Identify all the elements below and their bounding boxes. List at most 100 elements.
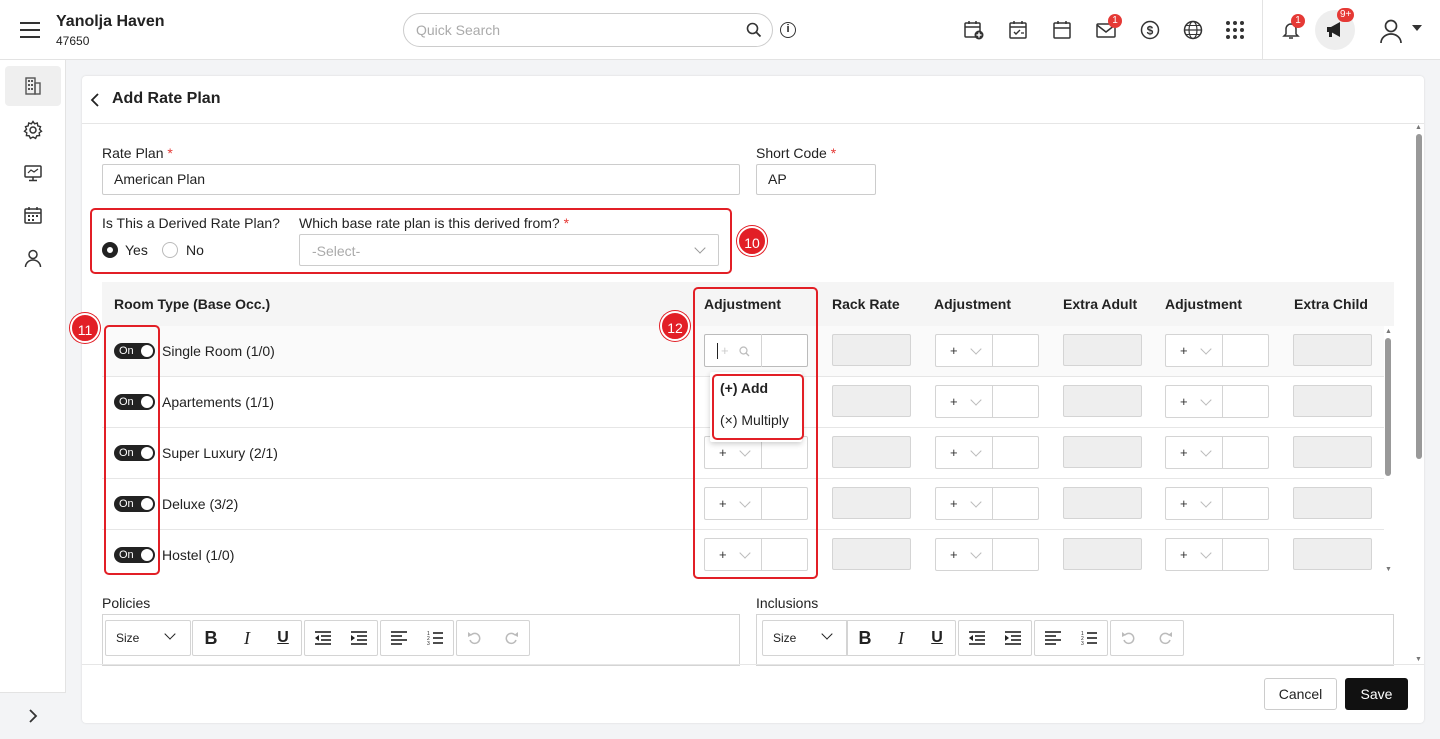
adjustment-select[interactable]: + [935, 487, 1039, 520]
apps-grid-icon[interactable] [1224, 19, 1246, 41]
policies-editor[interactable]: Size B I U 123 [102, 614, 740, 666]
history-group [456, 620, 530, 656]
undo-icon[interactable] [1111, 621, 1147, 655]
hotel-name: Yanolja Haven [56, 13, 165, 30]
list-group: 123 [380, 620, 454, 656]
page-scrollbar[interactable] [1416, 134, 1422, 459]
extra-child-input[interactable] [1293, 487, 1372, 519]
extra-adult-input[interactable] [1063, 334, 1142, 366]
page-title: Add Rate Plan [112, 90, 221, 107]
adjustment-select[interactable]: + [935, 334, 1039, 367]
extra-child-input[interactable] [1293, 436, 1372, 468]
sidebar-expand-button[interactable] [0, 692, 66, 739]
extra-child-input[interactable] [1293, 538, 1372, 570]
short-code-input[interactable]: AP [756, 164, 876, 195]
notification-badge: 1 [1291, 14, 1305, 28]
extra-adult-input[interactable] [1063, 385, 1142, 417]
underline-button[interactable]: U [919, 621, 955, 655]
adjustment-value-input[interactable] [1222, 385, 1269, 418]
italic-button[interactable]: I [883, 621, 919, 655]
rack-rate-input[interactable] [832, 487, 911, 519]
rate-plan-input[interactable]: American Plan [102, 164, 740, 195]
rack-rate-input[interactable] [832, 385, 911, 417]
bold-button[interactable]: B [193, 621, 229, 655]
ordered-list-icon[interactable]: 123 [1071, 621, 1107, 655]
extra-adult-input[interactable] [1063, 538, 1142, 570]
dollar-icon[interactable]: $ [1139, 19, 1161, 41]
back-arrow-icon[interactable] [88, 92, 102, 108]
italic-button[interactable]: I [229, 621, 265, 655]
adjustment-select[interactable]: + [1165, 538, 1269, 571]
extra-child-input[interactable] [1293, 385, 1372, 417]
align-left-icon[interactable] [1035, 621, 1071, 655]
save-button[interactable]: Save [1345, 678, 1408, 710]
calendar-add-icon[interactable] [963, 19, 985, 41]
outdent-icon[interactable] [959, 621, 995, 655]
sidebar-item-settings[interactable] [5, 110, 61, 150]
cancel-button[interactable]: Cancel [1264, 678, 1337, 710]
inclusions-editor[interactable]: Size B I U 123 [756, 614, 1394, 666]
scroll-down-arrow[interactable]: ▼ [1385, 566, 1392, 573]
sidebar-item-display[interactable] [5, 153, 61, 193]
user-profile-icon[interactable] [1378, 18, 1404, 44]
search-input[interactable] [416, 22, 736, 38]
footer-divider [82, 664, 1424, 665]
adjustment-select[interactable]: + [1165, 385, 1269, 418]
rack-rate-input[interactable] [832, 538, 911, 570]
calendar-icon[interactable] [1051, 19, 1073, 41]
align-left-icon[interactable] [381, 621, 417, 655]
adjustment-value-input[interactable] [992, 385, 1039, 418]
user-icon [24, 249, 42, 268]
page-scroll-up-arrow[interactable]: ▲ [1415, 124, 1422, 131]
search-icon[interactable] [746, 22, 762, 38]
adjustment-value-input[interactable] [992, 436, 1039, 469]
adjustment-select[interactable]: + [935, 436, 1039, 469]
adjustment-value-input[interactable] [992, 334, 1039, 367]
extra-child-input[interactable] [1293, 334, 1372, 366]
rack-rate-input[interactable] [832, 334, 911, 366]
sidebar-item-users[interactable] [5, 238, 61, 278]
callout-10: 10 [737, 226, 767, 256]
page-scroll-down-arrow[interactable]: ▼ [1415, 656, 1422, 663]
rack-rate-input[interactable] [832, 436, 911, 468]
bold-button[interactable]: B [847, 621, 883, 655]
short-code-label: Short Code * [756, 145, 837, 161]
hamburger-menu-icon[interactable] [20, 22, 40, 38]
size-select[interactable]: Size [105, 620, 191, 656]
chevron-down-icon[interactable] [1412, 25, 1422, 31]
extra-adult-input[interactable] [1063, 436, 1142, 468]
adjustment-value-input[interactable] [1222, 538, 1269, 571]
inclusions-label: Inclusions [756, 595, 819, 611]
sidebar-item-property[interactable] [5, 66, 61, 106]
globe-icon[interactable] [1182, 19, 1204, 41]
info-icon[interactable]: i [780, 22, 796, 38]
adjustment-value-input[interactable] [992, 538, 1039, 571]
table-scrollbar[interactable] [1385, 338, 1391, 476]
redo-icon[interactable] [1147, 621, 1183, 655]
adjustment-value-input[interactable] [992, 487, 1039, 520]
adjustment-value-input[interactable] [1222, 334, 1269, 367]
ordered-list-icon[interactable]: 123 [417, 621, 453, 655]
svg-text:$: $ [1147, 24, 1154, 38]
indent-icon[interactable] [995, 621, 1031, 655]
adjustment-select[interactable]: + [935, 538, 1039, 571]
size-select[interactable]: Size [762, 620, 848, 656]
sidebar-item-calendar[interactable] [5, 195, 61, 235]
adjustment-select[interactable]: + [1165, 334, 1269, 367]
calendar-icon [24, 207, 42, 224]
adjustment-value-input[interactable] [1222, 436, 1269, 469]
adjustment-select[interactable]: + [1165, 487, 1269, 520]
adjustment-select[interactable]: + [1165, 436, 1269, 469]
adjustment-select[interactable]: + [935, 385, 1039, 418]
outdent-icon[interactable] [305, 621, 341, 655]
undo-icon[interactable] [457, 621, 493, 655]
redo-icon[interactable] [493, 621, 529, 655]
calendar-check-icon[interactable] [1007, 19, 1029, 41]
announcement-badge: 9+ [1337, 8, 1355, 22]
indent-icon[interactable] [341, 621, 377, 655]
extra-adult-input[interactable] [1063, 487, 1142, 519]
underline-button[interactable]: U [265, 621, 301, 655]
scroll-up-arrow[interactable]: ▲ [1385, 328, 1392, 335]
adjustment-value-input[interactable] [1222, 487, 1269, 520]
chevron-right-icon [29, 709, 38, 723]
